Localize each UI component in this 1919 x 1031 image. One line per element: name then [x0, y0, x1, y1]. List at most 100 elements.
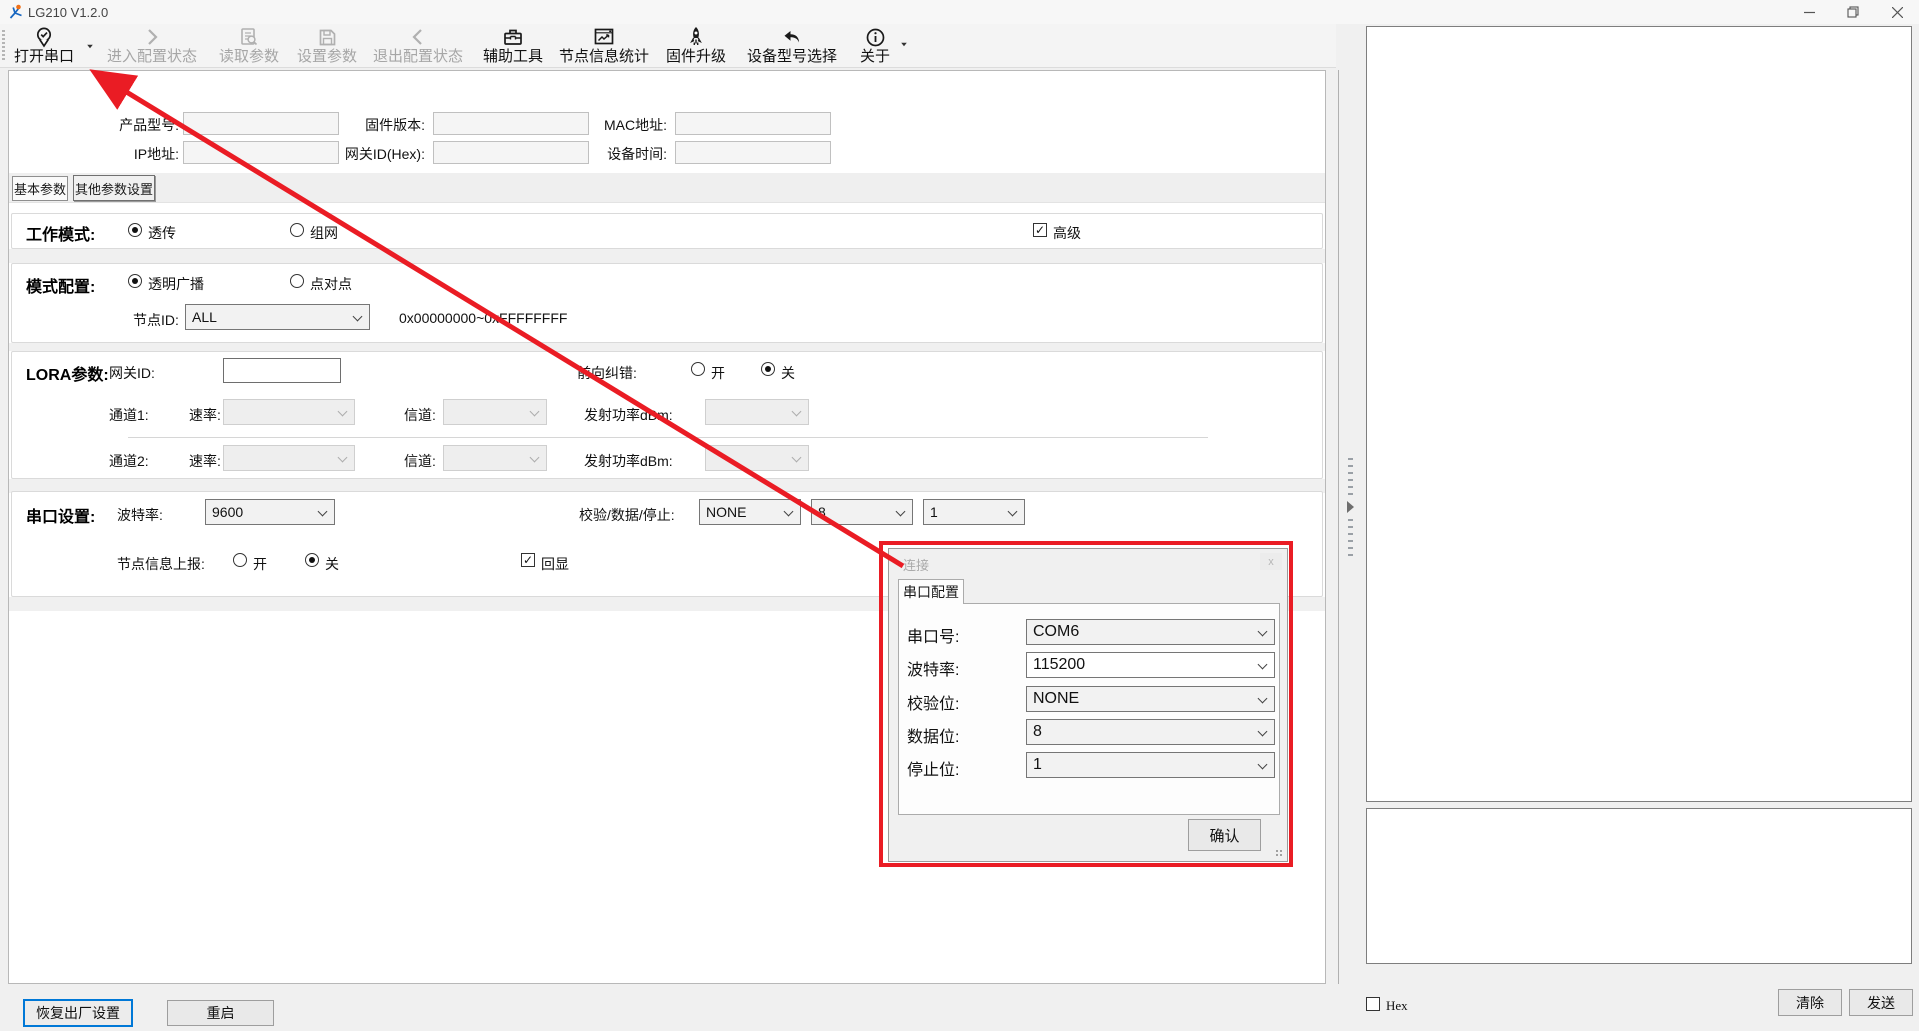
- chevron-down-icon: [530, 407, 540, 417]
- parity-select[interactable]: NONE: [699, 499, 801, 525]
- node-id-select[interactable]: ALL: [185, 304, 370, 330]
- panel-splitter[interactable]: [1338, 70, 1362, 984]
- p2p-radio[interactable]: [290, 274, 304, 288]
- clear-button[interactable]: 清除: [1778, 989, 1842, 1016]
- dialog-confirm-button[interactable]: 确认: [1188, 819, 1261, 851]
- work-mode-title: 工作模式:: [26, 221, 95, 245]
- chevron-down-icon: [1258, 627, 1268, 637]
- toolbox-icon: [502, 26, 524, 48]
- lora-gateway-id-input[interactable]: [223, 358, 341, 383]
- p2p-label: 点对点: [310, 274, 352, 294]
- chevron-down-icon: [530, 453, 540, 463]
- dialog-data-bits-select[interactable]: 8: [1026, 719, 1275, 745]
- advanced-checkbox[interactable]: ✓: [1033, 223, 1047, 237]
- restart-button[interactable]: 重启: [167, 1000, 274, 1026]
- toolbar-open-serial-button[interactable]: 打开串口: [12, 26, 76, 66]
- chevron-down-icon: [318, 507, 328, 517]
- dialog-tab-serial-config[interactable]: 串口配置: [898, 579, 964, 604]
- toolbar-overflow-icon[interactable]: [901, 43, 907, 47]
- mac-address-label: MAC地址:: [587, 115, 667, 135]
- node-id-range-label: 0x00000000~0xFFFFFFFF: [399, 310, 567, 326]
- toolbar-about-button[interactable]: 关于: [854, 26, 896, 66]
- dialog-parity-label: 校验位:: [907, 690, 959, 714]
- dialog-port-select[interactable]: COM6: [1026, 619, 1275, 645]
- serial-settings-title: 串口设置:: [26, 503, 95, 527]
- channel2-channel-label: 信道:: [404, 451, 436, 471]
- close-button[interactable]: [1875, 0, 1919, 24]
- maximize-button[interactable]: [1831, 0, 1875, 24]
- dialog-close-button[interactable]: x: [1260, 553, 1282, 570]
- dialog-parity-select[interactable]: NONE: [1026, 686, 1275, 712]
- open-serial-dropdown-icon[interactable]: [87, 45, 93, 49]
- product-model-input[interactable]: [183, 112, 339, 135]
- broadcast-radio[interactable]: [128, 274, 142, 288]
- channel-divider: [128, 437, 1208, 438]
- chevron-right-icon: [142, 26, 162, 48]
- ip-address-input[interactable]: [183, 141, 339, 164]
- product-model-label: 产品型号:: [99, 115, 179, 135]
- group-gap: [9, 343, 1325, 351]
- work-mode-network-radio[interactable]: [290, 223, 304, 237]
- window-title: LG210 V1.2.0: [28, 5, 108, 20]
- dialog-baud-label: 波特率:: [907, 656, 959, 680]
- node-report-off-label: 关: [325, 554, 339, 574]
- hex-checkbox[interactable]: [1366, 997, 1380, 1011]
- send-button[interactable]: 发送: [1849, 989, 1913, 1016]
- toolbar-grip[interactable]: [2, 30, 5, 62]
- channel2-rate-select: [223, 445, 355, 471]
- fec-off-radio[interactable]: [761, 362, 775, 376]
- toolbar-node-stats-button[interactable]: 节点信息统计: [556, 26, 652, 66]
- toolbar-label: 设备型号选择: [747, 49, 837, 65]
- gateway-id-hex-input[interactable]: [433, 141, 589, 164]
- chevron-down-icon: [1008, 507, 1018, 517]
- hex-label: Hex: [1386, 998, 1408, 1014]
- chevron-down-icon: [792, 453, 802, 463]
- channel2-power-label: 发射功率dBm:: [584, 451, 673, 471]
- data-bits-select[interactable]: 8: [811, 499, 913, 525]
- chevron-down-icon: [792, 407, 802, 417]
- chevron-down-icon: [1258, 760, 1268, 770]
- app-logo-icon: [8, 4, 24, 20]
- channel1-power-select: [705, 399, 809, 425]
- fec-off-label: 关: [781, 363, 795, 383]
- chevron-down-icon: [338, 407, 348, 417]
- stop-bits-select[interactable]: 1: [923, 499, 1025, 525]
- echo-label: 回显: [541, 554, 569, 574]
- gateway-id-hex-label: 网关ID(Hex):: [325, 144, 425, 164]
- chevron-down-icon: [1258, 660, 1268, 670]
- fec-on-radio[interactable]: [691, 362, 705, 376]
- pin-check-icon: [33, 26, 55, 48]
- firmware-version-input[interactable]: [433, 112, 589, 135]
- dialog-title: 连接: [903, 555, 929, 574]
- dialog-resize-grip[interactable]: [1275, 849, 1284, 858]
- echo-checkbox[interactable]: ✓: [521, 553, 535, 567]
- chevron-down-icon: [896, 507, 906, 517]
- device-time-input[interactable]: [675, 141, 831, 164]
- channel2-channel-select: [443, 445, 547, 471]
- tab-other-params[interactable]: 其他参数设置: [73, 175, 155, 201]
- baud-rate-select[interactable]: 9600: [205, 499, 335, 525]
- work-mode-transparent-label: 透传: [148, 223, 176, 243]
- node-report-on-radio[interactable]: [233, 553, 247, 567]
- connect-dialog: 连接 x 串口配置 串口号: COM6 波特率: 115200 校验位: NON…: [888, 548, 1288, 862]
- toolbar-model-select-button[interactable]: 设备型号选择: [742, 26, 842, 66]
- dialog-stop-bits-select[interactable]: 1: [1026, 752, 1275, 778]
- mac-address-input[interactable]: [675, 112, 831, 135]
- receive-data-area[interactable]: [1366, 26, 1912, 802]
- toolbar-aux-tools-button[interactable]: 辅助工具: [482, 26, 544, 66]
- dialog-data-bits-label: 数据位:: [907, 723, 959, 747]
- chevron-down-icon: [1258, 727, 1268, 737]
- minimize-button[interactable]: [1787, 0, 1831, 24]
- factory-reset-button[interactable]: 恢复出厂设置: [23, 999, 133, 1027]
- chevron-down-icon: [784, 507, 794, 517]
- tab-basic-params[interactable]: 基本参数: [12, 176, 68, 201]
- toolbar-firmware-upgrade-button[interactable]: 固件升级: [664, 26, 728, 66]
- send-data-area[interactable]: [1366, 808, 1912, 964]
- work-mode-transparent-radio[interactable]: [128, 223, 142, 237]
- splitter-collapse-icon[interactable]: [1347, 501, 1354, 513]
- chevron-left-icon: [408, 26, 428, 48]
- dialog-baud-select[interactable]: 115200: [1026, 652, 1275, 678]
- toolbar-exit-config-button: 退出配置状态: [370, 26, 466, 66]
- node-report-off-radio[interactable]: [305, 553, 319, 567]
- toolbar-label: 辅助工具: [483, 49, 543, 65]
